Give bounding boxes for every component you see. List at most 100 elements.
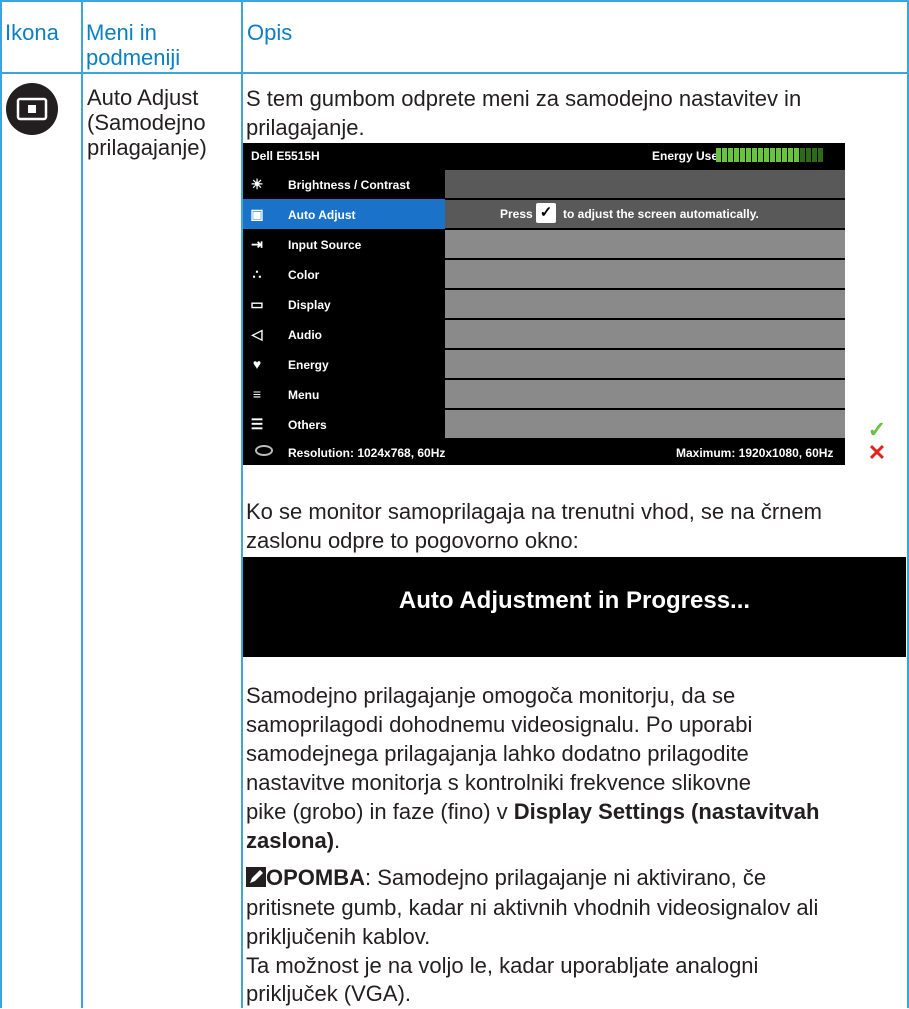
osd-resolution: Resolution: 1024x768, 60Hz (288, 446, 446, 460)
table-border-left (0, 0, 2, 1008)
paragraph-line4: nastavitve monitorja s kontrolniki frekv… (246, 770, 752, 795)
osd-menu-item-label: Color (288, 268, 320, 282)
display-settings-link-text: Display Settings (nastavitvah (513, 799, 820, 824)
osd-menu-item: ♥ Energy (243, 349, 445, 379)
osd-submenu-row (445, 290, 845, 318)
energy-meter-segment (728, 148, 733, 162)
osd-status-bar: Resolution: 1024x768, 60Hz Maximum: 1920… (243, 439, 845, 465)
osd-submenu-row (445, 410, 845, 438)
osd-maximum-resolution: Maximum: 1920x1080, 60Hz (676, 446, 834, 460)
energy-meter-segment (794, 148, 799, 162)
paragraph-line5-text: pike (grobo) in faze (fino) v (246, 799, 514, 824)
settings-table: Ikona Meni in podmeniji Opis Auto Adjust… (0, 0, 909, 1008)
brightness-icon: ☀ (250, 176, 264, 192)
energy-meter-segment (716, 148, 721, 162)
vga-line1: Ta možnost je na voljo le, kadar uporabl… (246, 953, 759, 978)
osd-submenu-row (445, 260, 845, 288)
energy-meter-segment (740, 148, 745, 162)
osd-submenu-panel: Press ✓ to adjust the screen automatical… (445, 169, 845, 439)
osd-menu-item-label: Brightness / Contrast (288, 178, 411, 192)
note-line2: pritisnete gumb, kadar ni aktivnih vhodn… (246, 895, 819, 920)
energy-meter-segment (758, 148, 763, 162)
energy-meter-segment (818, 148, 823, 162)
osd-submenu-row-selected: Press ✓ to adjust the screen automatical… (445, 200, 845, 228)
energy-meter-segment (770, 148, 775, 162)
menu-item-line3: prilagajanje) (87, 135, 207, 160)
display-icon: ▭ (250, 296, 264, 312)
energy-meter-segment (746, 148, 751, 162)
osd-menu-item: ☰ Others (243, 409, 445, 439)
osd-press-label: Press (500, 207, 533, 221)
energy-meter-segment (722, 148, 727, 162)
osd-menu-item: ▭ Display (243, 289, 445, 319)
osd-menu-item-label: Audio (288, 328, 322, 342)
check-icon: ✓ (536, 203, 556, 223)
dialog-message: Auto Adjustment in Progress... (398, 587, 751, 614)
osd-energy-meter (716, 148, 824, 162)
paragraph-line1: Samodejno prilagajanje omogoča monitorju… (246, 683, 736, 708)
osd-menu-list: ☀ Brightness / Contrast ▣ Auto Adjust ⇥ Input… (243, 169, 445, 439)
energy-meter-segment (782, 148, 787, 162)
color-icon: ∴ (252, 266, 262, 282)
note-pencil-icon (246, 867, 266, 887)
osd-submenu-row (445, 380, 845, 408)
paragraph-end: . (334, 828, 341, 853)
menu-icon: ≡ (252, 386, 262, 402)
auto-adjust-icon: ▣ (250, 206, 264, 222)
input-source-icon: ⇥ (251, 236, 263, 252)
paragraph-line6: zaslona). (246, 825, 340, 856)
header-icon: Ikona (5, 20, 59, 45)
intro-line1: S tem gumbom odprete meni za samodejno n… (246, 86, 802, 111)
energy-meter-segment (776, 148, 781, 162)
note-text1: : Samodejno prilagajanje ni aktivirano, … (365, 865, 767, 890)
osd-menu-item-label: Others (288, 418, 327, 432)
table-header-divider (0, 72, 909, 74)
paragraph-line5: pike (grobo) in faze (fino) v Display Se… (246, 796, 819, 827)
osd-model-name: Dell E5515H (251, 149, 320, 163)
osd-menu-item: ≡ Menu (243, 379, 445, 409)
exit-icon: ✕ (867, 440, 887, 465)
note-label: OPOMBA (266, 865, 365, 890)
osd-menu-item: ∴ Color (243, 259, 445, 289)
check-icon: ✓ (867, 417, 887, 442)
after-osd-line1: Ko se monitor samoprilagaja na trenutni … (246, 499, 822, 524)
energy-meter-segment (806, 148, 811, 162)
paragraph-line3: samodejnega prilagajanja lahko dodatno p… (246, 741, 749, 766)
monitor-buttons: ^ v ✓ ✕ (862, 372, 892, 465)
osd-submenu-row (445, 170, 845, 198)
energy-meter-segment (812, 148, 817, 162)
osd-menu-item-label: Auto Adjust (288, 208, 356, 222)
others-icon: ☰ (250, 416, 264, 432)
connector-icon (255, 445, 273, 456)
down-arrow-icon: v (870, 394, 884, 419)
osd-menu-item: ◁ Audio (243, 319, 445, 349)
osd-submenu-row (445, 230, 845, 258)
energy-meter-segment (800, 148, 805, 162)
display-settings-link-text-end: zaslona) (246, 828, 335, 853)
header-menu-line1: Meni in (86, 20, 157, 45)
energy-meter-segment (764, 148, 769, 162)
osd-menu-item-label: Energy (288, 358, 329, 372)
note-line3: priključenih kablov. (246, 924, 431, 949)
osd-menu-item-label: Input Source (288, 238, 362, 252)
osd-menu-item: ⇥ Input Source (243, 229, 445, 259)
osd-menu-item-label: Display (288, 298, 331, 312)
osd-menu-item: ▣ Auto Adjust (243, 199, 445, 229)
paragraph-line2: samoprilagodi dohodnemu videosignalu. Po… (246, 712, 753, 737)
table-border-top (0, 0, 909, 2)
auto-adjust-dialog: Auto Adjustment in Progress... (243, 557, 906, 657)
auto-adjust-icon (6, 83, 58, 135)
intro-line2: prilagajanje. (246, 115, 365, 140)
osd-menu-screenshot: Dell E5515H Energy Use ☀ Brightness / Con… (243, 143, 845, 465)
audio-icon: ◁ (251, 326, 263, 342)
osd-submenu-row (445, 320, 845, 348)
energy-icon: ♥ (252, 356, 262, 372)
header-description: Opis (247, 20, 293, 45)
osd-energy-label: Energy Use (652, 149, 719, 163)
osd-press-message: to adjust the screen automatically. (563, 207, 759, 221)
vga-line2: priključek (VGA). (246, 981, 412, 1006)
energy-meter-segment (788, 148, 793, 162)
header-menu-line2: podmeniji (86, 45, 181, 70)
table-divider (81, 0, 83, 1008)
osd-menu-item-label: Menu (288, 388, 320, 402)
